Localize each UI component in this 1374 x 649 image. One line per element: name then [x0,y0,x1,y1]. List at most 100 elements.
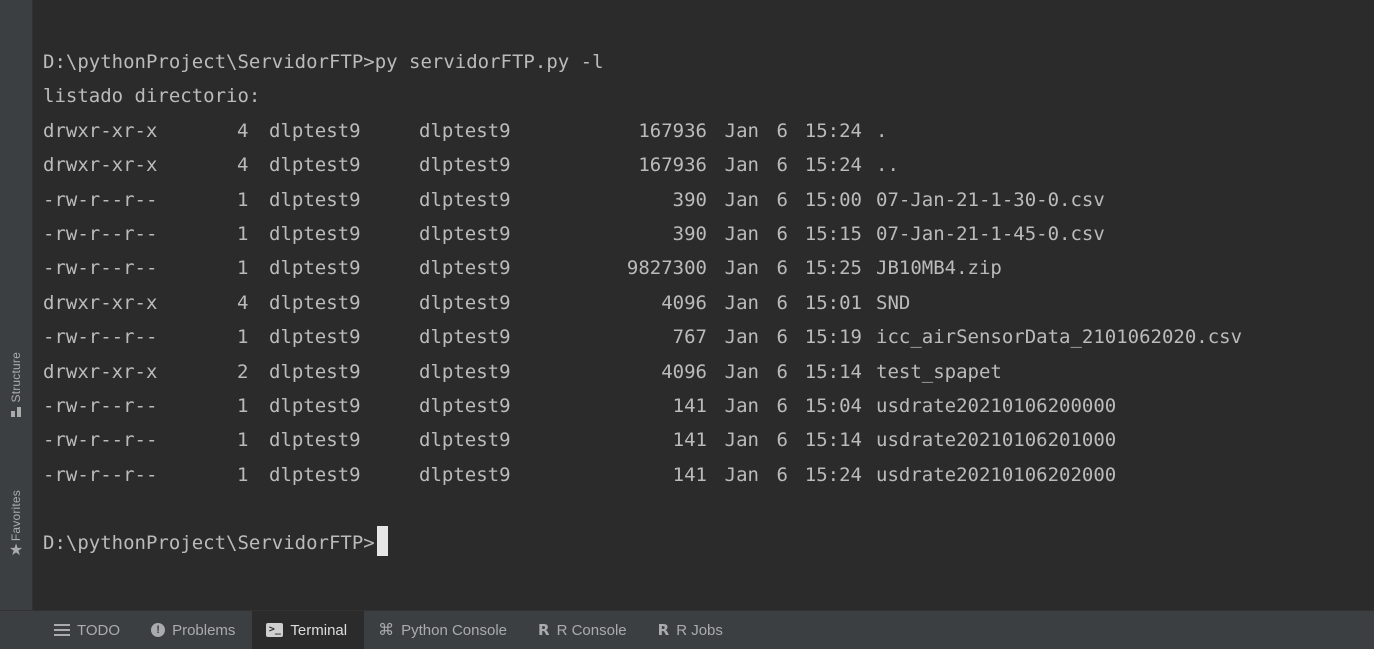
table-row: drwxr-xr-x 4 dlptest9 dlptest9 167936 Ja… [33,114,1374,148]
group: dlptest9 [419,291,511,314]
day: 6 [776,463,788,486]
owner: dlptest9 [269,429,361,452]
day: 6 [776,154,788,177]
owner: dlptest9 [269,463,361,486]
file-name: . [876,119,888,142]
tab-python-console[interactable]: ⌘ Python Console [364,611,524,649]
link-count: 4 [237,291,249,314]
file-size: 141 [672,394,707,417]
group: dlptest9 [419,222,511,245]
table-row: -rw-r--r-- 1 dlptest9 dlptest9 390 Jan 6… [33,217,1374,251]
tab-r-jobs[interactable]: R R Jobs [644,611,740,649]
file-size: 390 [672,188,707,211]
permissions: drwxr-xr-x [43,119,158,142]
permissions: drwxr-xr-x [43,291,158,314]
group: dlptest9 [419,394,511,417]
structure-icon [11,406,21,417]
month: Jan [724,429,759,452]
permissions: -rw-r--r-- [43,222,158,245]
link-count: 1 [237,222,249,245]
file-size: 141 [672,463,707,486]
table-row: -rw-r--r-- 1 dlptest9 dlptest9 141 Jan 6… [33,423,1374,457]
permissions: drwxr-xr-x [43,360,158,383]
table-row: drwxr-xr-x 2 dlptest9 dlptest9 4096 Jan … [33,355,1374,389]
permissions: drwxr-xr-x [43,154,158,177]
tab-problems[interactable]: ! Problems [137,611,252,649]
time: 15:14 [804,429,862,452]
permissions: -rw-r--r-- [43,188,158,211]
day: 6 [776,222,788,245]
time: 15:24 [804,154,862,177]
tab-r-console[interactable]: R R Console [524,611,644,649]
group: dlptest9 [419,188,511,211]
link-count: 4 [237,154,249,177]
day: 6 [776,188,788,211]
file-name: 07-Jan-21-1-45-0.csv [876,222,1105,245]
terminal-panel[interactable]: D:\pythonProject\ServidorFTP>py servidor… [33,0,1374,610]
python-icon: ⌘ [378,622,395,639]
file-name: 07-Jan-21-1-30-0.csv [876,188,1105,211]
owner: dlptest9 [269,394,361,417]
table-row: drwxr-xr-x 4 dlptest9 dlptest9 4096 Jan … [33,286,1374,320]
group: dlptest9 [419,257,511,280]
tab-label: TODO [77,621,121,639]
table-row: -rw-r--r-- 1 dlptest9 dlptest9 9827300 J… [33,251,1374,285]
group: dlptest9 [419,463,511,486]
day: 6 [776,429,788,452]
file-size: 767 [672,326,707,349]
file-name: JB10MB4.zip [876,257,1002,280]
structure-side-tab[interactable]: Structure [0,352,32,452]
owner: dlptest9 [269,154,361,177]
file-size: 167936 [638,154,707,177]
owner: dlptest9 [269,326,361,349]
tab-terminal[interactable]: >_ Terminal [252,611,365,649]
command-line: D:\pythonProject\ServidorFTP>py servidor… [43,51,604,73]
structure-tab-label: Structure [9,352,23,403]
table-row: -rw-r--r-- 1 dlptest9 dlptest9 767 Jan 6… [33,320,1374,354]
file-name: usdrate20210106201000 [876,429,1117,452]
group: dlptest9 [419,326,511,349]
time: 15:14 [804,360,862,383]
file-size: 390 [672,222,707,245]
table-row: -rw-r--r-- 1 dlptest9 dlptest9 141 Jan 6… [33,389,1374,423]
problems-icon: ! [151,623,166,637]
r-icon: R [538,621,550,639]
file-name: SND [876,291,911,314]
owner: dlptest9 [269,360,361,383]
group: dlptest9 [419,119,511,142]
link-count: 1 [237,326,249,349]
file-size: 9827300 [626,257,707,280]
day: 6 [776,326,788,349]
prompt-text: D:\pythonProject\ServidorFTP> [43,532,375,555]
file-name: icc_airSensorData_2101062020.csv [876,326,1243,349]
star-icon: ★ [8,542,24,560]
permissions: -rw-r--r-- [43,394,158,417]
permissions: -rw-r--r-- [43,326,158,349]
owner: dlptest9 [269,257,361,280]
tab-label: R Jobs [676,621,723,639]
day: 6 [776,394,788,417]
prompt-line[interactable]: D:\pythonProject\ServidorFTP> [33,526,1374,560]
owner: dlptest9 [269,188,361,211]
time: 15:25 [804,257,862,280]
r-icon: R [657,621,670,639]
file-name: .. [876,154,899,177]
month: Jan [724,326,759,349]
month: Jan [724,394,759,417]
table-row: -rw-r--r-- 1 dlptest9 dlptest9 390 Jan 6… [33,183,1374,217]
group: dlptest9 [419,154,511,177]
file-size: 4096 [661,291,707,314]
time: 15:24 [804,119,862,142]
terminal-icon: >_ [266,623,284,637]
tab-todo[interactable]: TODO [40,611,137,649]
favorites-side-tab[interactable]: Favorites ★ [0,490,32,590]
time: 15:15 [804,222,862,245]
tab-label: Terminal [290,621,348,639]
tab-label: R Console [556,621,627,639]
month: Jan [724,119,759,142]
permissions: -rw-r--r-- [43,257,158,280]
owner: dlptest9 [269,222,361,245]
left-tool-strip: Structure Favorites ★ [0,0,33,610]
day: 6 [776,257,788,280]
bottom-tool-window-bar: TODO ! Problems >_ Terminal ⌘ Python Con… [0,610,1374,649]
